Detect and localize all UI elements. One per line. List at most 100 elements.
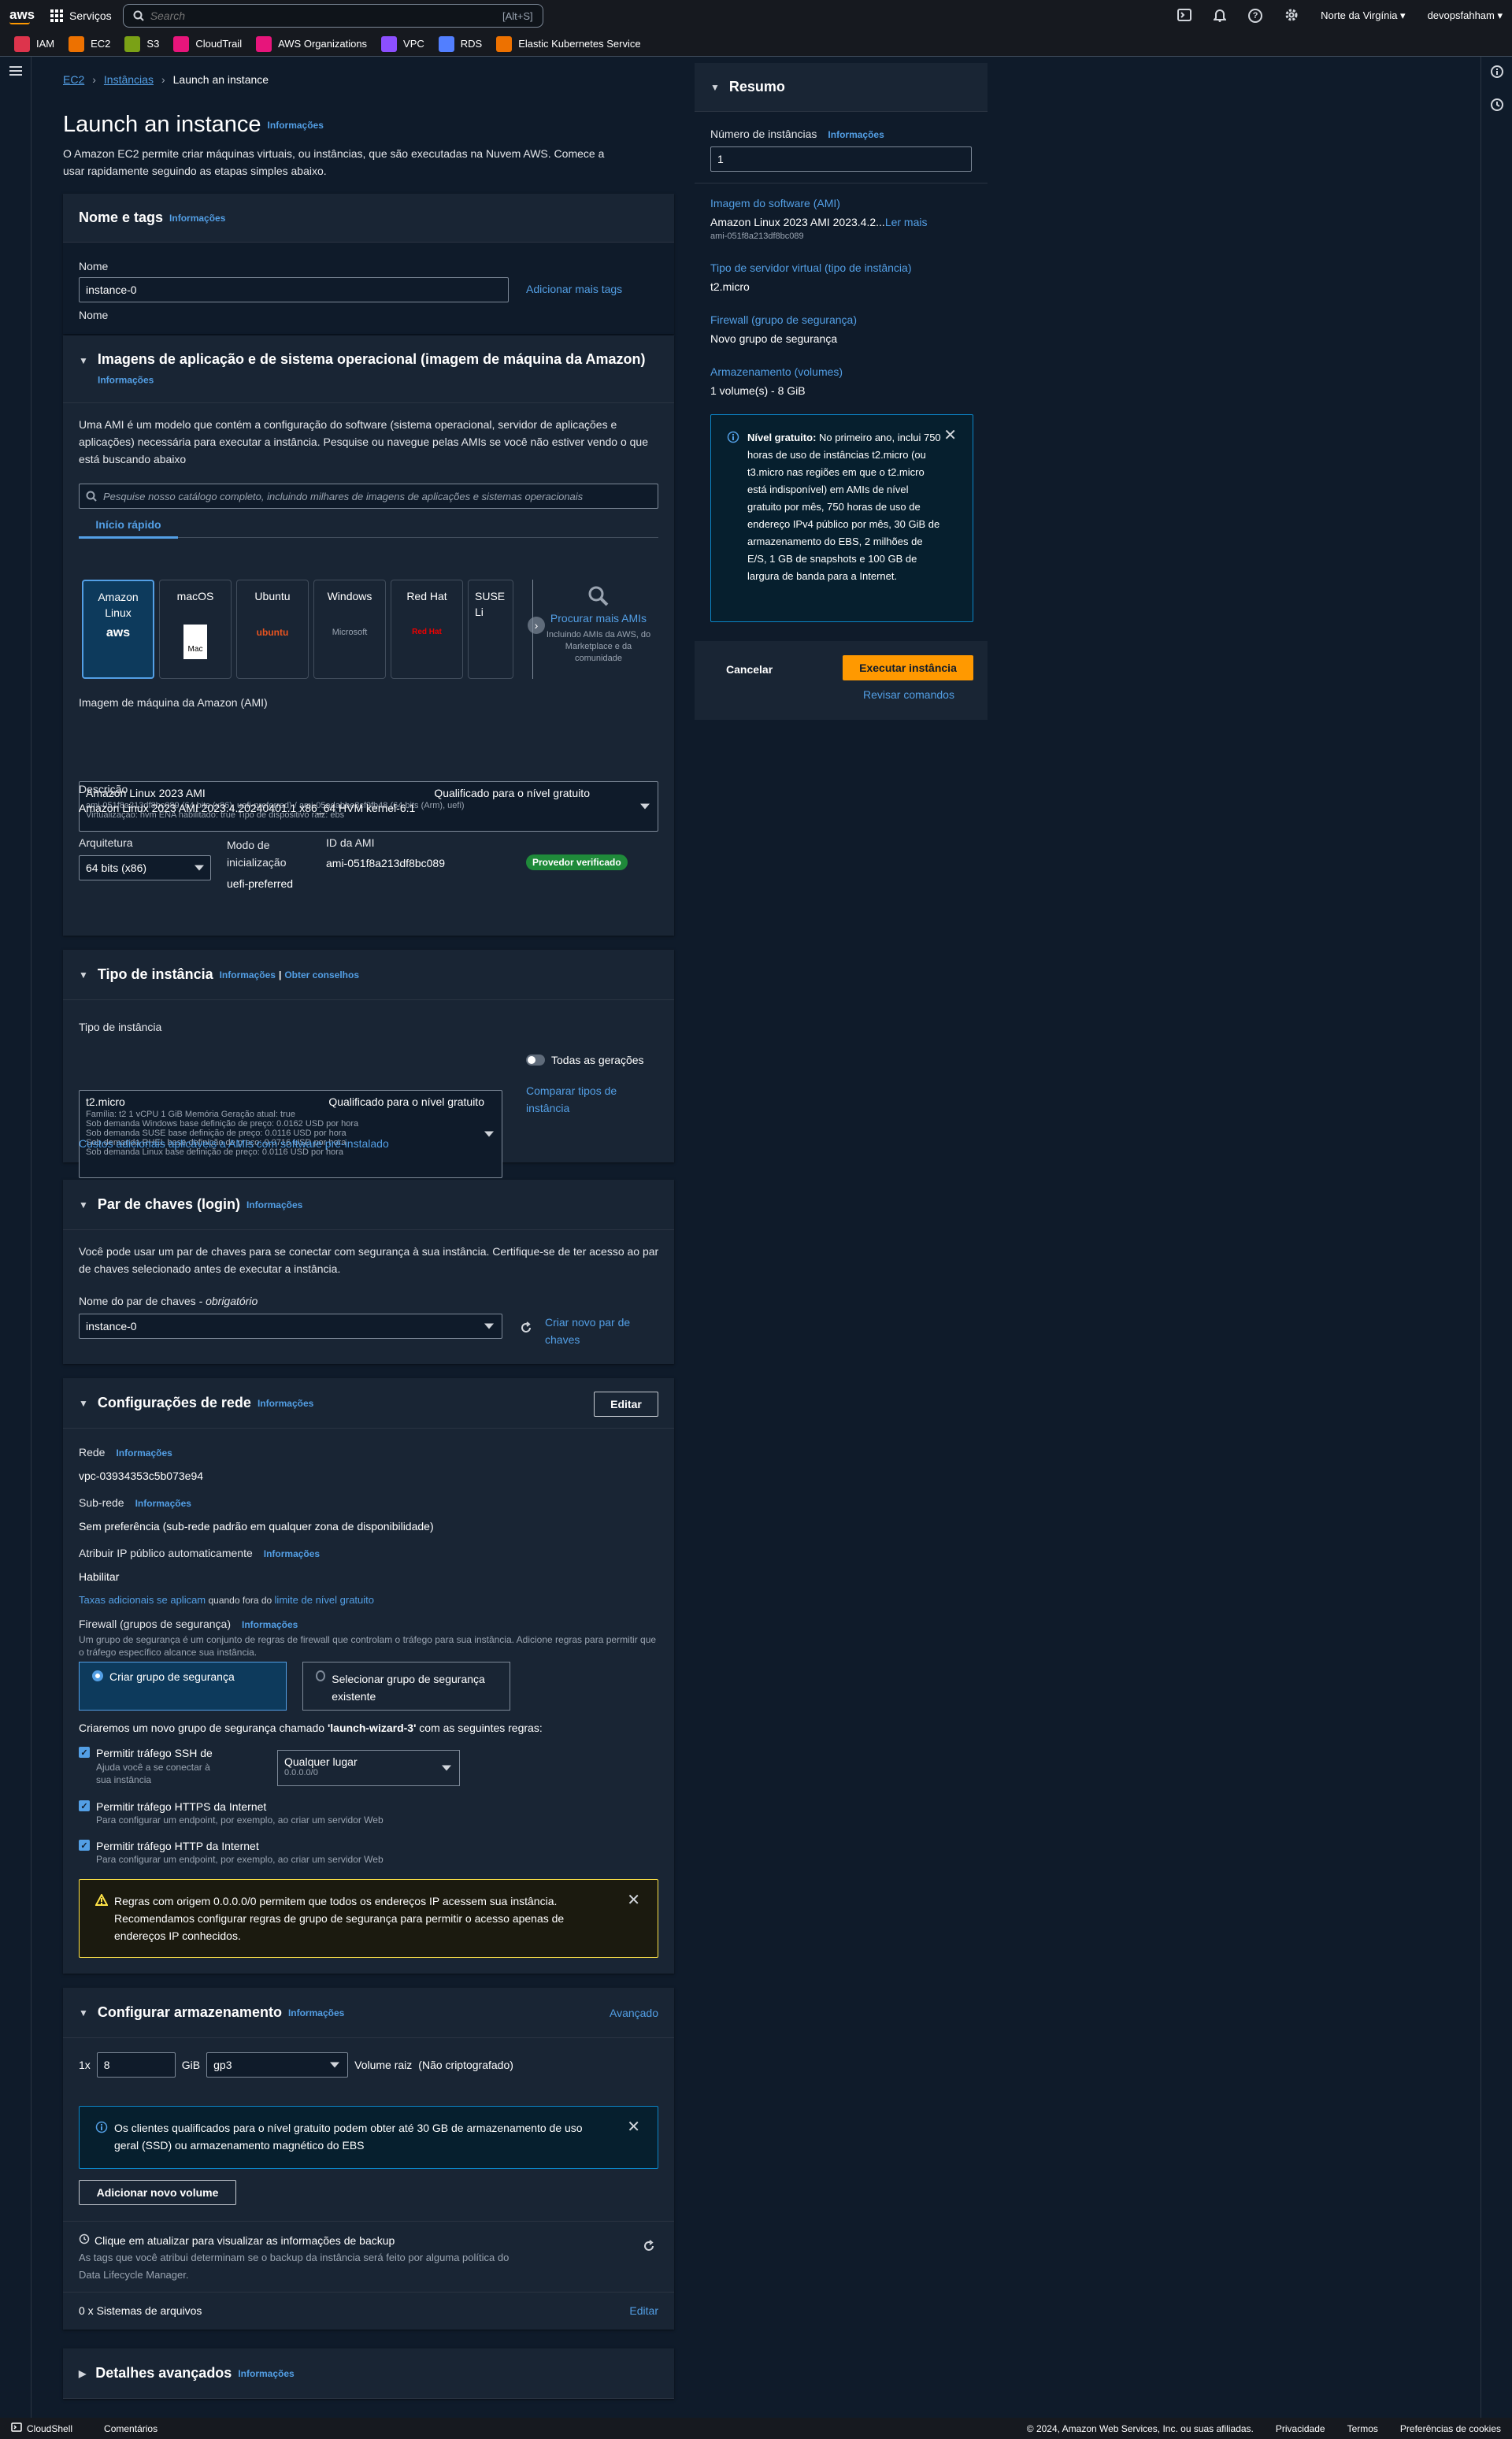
radio-unselected-icon[interactable] — [316, 1670, 326, 1681]
keypair-info-link[interactable]: Informações — [246, 1199, 302, 1210]
ssh-rule[interactable]: ✓ Permitir tráfego SSH de Ajuda você a se… — [79, 1747, 214, 1786]
ami-info-link[interactable]: Informações — [98, 374, 154, 385]
terms-link[interactable]: Termos — [1347, 2423, 1378, 2434]
user-menu[interactable]: devopsfahham ▾ — [1428, 9, 1503, 22]
caret-down-icon[interactable]: ▼ — [79, 355, 88, 366]
cookies-link[interactable]: Preferências de cookies — [1400, 2423, 1501, 2434]
refresh-icon[interactable] — [643, 2240, 655, 2255]
http-rule[interactable]: ✓ Permitir tráfego HTTP da Internet Para … — [79, 1840, 384, 1865]
summary-storage-label[interactable]: Armazenamento (volumes) — [710, 365, 843, 378]
browse-more-label[interactable]: Procurar mais AMIs — [545, 612, 652, 625]
cloudshell-icon[interactable] — [1177, 8, 1192, 24]
caret-down-icon[interactable]: ▼ — [79, 2007, 88, 2018]
region-selector[interactable]: Norte da Virgínia ▾ — [1321, 9, 1405, 22]
clock-icon[interactable] — [1490, 98, 1504, 112]
carousel-next-icon[interactable]: › — [528, 617, 545, 634]
ssh-source-select[interactable]: Qualquer lugar 0.0.0.0/0 — [277, 1750, 460, 1786]
firewall-info-link[interactable]: Informações — [242, 1619, 298, 1630]
tab-quick-start[interactable]: Início rápido — [79, 512, 178, 539]
search-box[interactable]: [Alt+S] — [122, 4, 543, 28]
review-commands-link[interactable]: Revisar comandos — [863, 688, 954, 701]
aws-logo[interactable]: aws — [9, 8, 39, 24]
browse-more-amis[interactable]: Procurar mais AMIs Incluindo AMIs da AWS… — [545, 584, 652, 665]
extra-costs-link[interactable]: Custos adicionais aplicáveis a AMIs com … — [79, 1137, 389, 1150]
create-keypair-link[interactable]: Criar novo par de chaves — [545, 1314, 647, 1348]
free-tier-limit-link[interactable]: limite de nível gratuito — [275, 1594, 374, 1606]
add-volume-button[interactable]: Adicionar novo volume — [79, 2180, 236, 2205]
caret-right-icon[interactable]: ▶ — [79, 2368, 86, 2379]
close-icon[interactable]: ✕ — [943, 428, 957, 443]
filesystems-edit-link[interactable]: Editar — [629, 2304, 658, 2317]
ami-card[interactable]: macOS Mac — [159, 580, 232, 679]
privacy-link[interactable]: Privacidade — [1276, 2423, 1325, 2434]
cancel-button[interactable]: Cancelar — [726, 658, 773, 680]
advanced-header[interactable]: ▶ Detalhes avançados Informações — [63, 2348, 674, 2399]
page-info-link[interactable]: Informações — [268, 120, 324, 131]
name-tags-info-link[interactable]: Informações — [169, 213, 225, 224]
favorite-cloudtrail[interactable]: CloudTrail — [173, 35, 242, 52]
select-sg-option[interactable]: Selecionar grupo de segurança existente — [302, 1662, 510, 1711]
summary-ami-label[interactable]: Imagem do software (AMI) — [710, 197, 840, 209]
close-icon[interactable]: ✕ — [627, 1892, 640, 1908]
ami-card[interactable]: Ubuntu ubuntu — [236, 580, 309, 679]
toggle-switch[interactable] — [526, 1055, 545, 1066]
ami-search-input[interactable]: Pesquise nosso catálogo completo, inclui… — [79, 484, 658, 509]
ami-card[interactable]: Windows Microsoft — [313, 580, 386, 679]
favorite-aws-organizations[interactable]: AWS Organizations — [256, 35, 367, 52]
favorite-rds[interactable]: RDS — [438, 35, 482, 52]
help-icon[interactable]: ? — [1248, 9, 1263, 23]
add-tags-link[interactable]: Adicionar mais tags — [526, 283, 622, 295]
subnet-info-link[interactable]: Informações — [135, 1498, 191, 1509]
favorite-iam[interactable]: IAM — [14, 35, 54, 52]
search-input[interactable] — [150, 9, 497, 22]
refresh-icon[interactable] — [520, 1321, 532, 1336]
keypair-select[interactable]: instance-0 — [79, 1314, 502, 1339]
caret-down-icon[interactable]: ▼ — [79, 969, 88, 980]
close-icon[interactable]: ✕ — [627, 2119, 640, 2135]
net-info-link[interactable]: Informações — [116, 1447, 172, 1459]
cloudshell-link[interactable]: CloudShell — [11, 2422, 72, 2434]
volume-size-input[interactable]: 8 — [96, 2052, 176, 2078]
launch-instance-button[interactable]: Executar instância — [843, 655, 973, 680]
create-sg-option[interactable]: Criar grupo de segurança — [79, 1662, 287, 1711]
checkbox-checked-icon[interactable]: ✓ — [79, 1800, 90, 1811]
gear-icon[interactable] — [1284, 8, 1299, 24]
publicip-info-link[interactable]: Informações — [264, 1548, 320, 1559]
instance-count-input[interactable]: 1 — [710, 146, 972, 172]
bell-icon[interactable] — [1212, 8, 1228, 24]
summary-firewall-label[interactable]: Firewall (grupo de segurança) — [710, 313, 857, 326]
info-panel-icon[interactable] — [1490, 65, 1504, 79]
caret-down-icon[interactable]: ▼ — [79, 1398, 88, 1409]
https-rule[interactable]: ✓ Permitir tráfego HTTPS da Internet Para… — [79, 1800, 384, 1826]
get-advice-link[interactable]: Obter conselhos — [284, 969, 359, 980]
name-input[interactable]: instance-0 — [79, 277, 509, 302]
volume-type-select[interactable]: gp3 — [206, 2052, 349, 2078]
ami-card[interactable]: Red Hat Red Hat — [391, 580, 463, 679]
breadcrumb-ec2[interactable]: EC2 — [63, 73, 84, 86]
caret-down-icon[interactable]: ▼ — [79, 1199, 88, 1210]
favorite-vpc[interactable]: VPC — [381, 35, 424, 52]
fees-link[interactable]: Taxas adicionais se aplicam — [79, 1594, 206, 1606]
advanced-link[interactable]: Avançado — [610, 2007, 658, 2019]
favorite-s3[interactable]: S3 — [124, 35, 159, 52]
breadcrumb-instances[interactable]: Instâncias — [104, 73, 154, 86]
arch-select[interactable]: 64 bits (x86) — [79, 855, 211, 880]
summary-type-label[interactable]: Tipo de servidor virtual (tipo de instân… — [710, 261, 912, 274]
edit-network-button[interactable]: Editar — [594, 1392, 658, 1417]
summary-info-link[interactable]: Informações — [828, 129, 884, 140]
checkbox-checked-icon[interactable]: ✓ — [79, 1747, 90, 1758]
favorite-elastic-kubernetes-service[interactable]: Elastic Kubernetes Service — [496, 35, 641, 52]
compare-types-link[interactable]: Comparar tipos de instância — [526, 1082, 636, 1117]
services-menu[interactable]: Serviços — [50, 9, 112, 22]
checkbox-checked-icon[interactable]: ✓ — [79, 1840, 90, 1851]
network-info-link[interactable]: Informações — [258, 1398, 313, 1409]
all-generations-toggle[interactable]: Todas as gerações — [526, 1054, 644, 1066]
ami-card[interactable]: Amazon Linux aws — [82, 580, 154, 679]
menu-icon[interactable] — [9, 66, 22, 76]
advanced-info-link[interactable]: Informações — [238, 2368, 294, 2379]
radio-selected-icon[interactable] — [92, 1670, 103, 1681]
favorite-ec2[interactable]: EC2 — [69, 35, 110, 52]
read-more-link[interactable]: Ler mais — [885, 216, 928, 228]
storage-info-link[interactable]: Informações — [288, 2007, 344, 2018]
instance-type-info-link[interactable]: Informações — [220, 969, 276, 980]
